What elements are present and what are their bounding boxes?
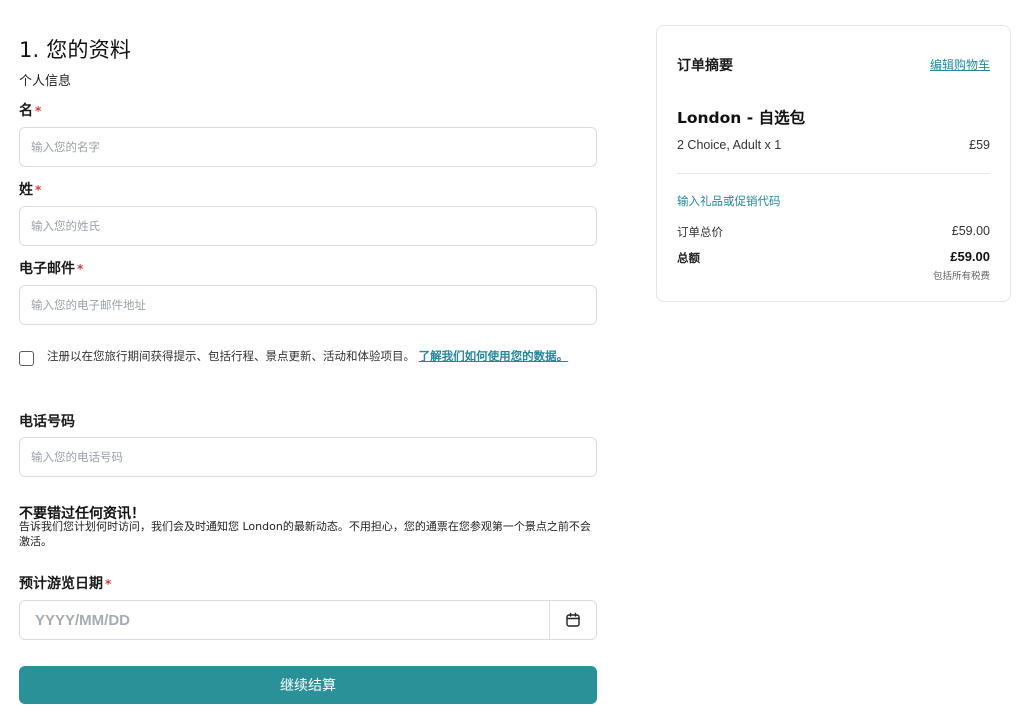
info-text: 告诉我们您计划何时访问，我们会及时通知您 London的最新动态。不用担心，您的… xyxy=(19,520,591,548)
consent-label: 注册以在您旅行期间获得提示、包括行程、景点更新、活动和体验项目。 xyxy=(47,349,415,363)
required-marker: * xyxy=(77,262,84,276)
required-marker: * xyxy=(35,104,42,118)
first-name-input[interactable] xyxy=(19,127,597,167)
subtotal-label: 订单总价 xyxy=(677,225,723,239)
visit-date-label-text: 预计游览日期 xyxy=(19,576,103,592)
first-name-label-text: 名 xyxy=(19,103,33,119)
consent-text: 注册以在您旅行期间获得提示、包括行程、景点更新、活动和体验项目。 了解我们如何使… xyxy=(47,349,592,366)
total-value: £59.00 xyxy=(950,249,990,264)
email-label: 电子邮件 * xyxy=(19,258,83,278)
line-item-description: 2 Choice, Adult x 1 xyxy=(677,138,782,152)
order-summary-card: 订单摘要 编辑购物车 London - 自选包 2 Choice, Adult … xyxy=(656,25,1011,302)
visit-date-input[interactable] xyxy=(20,601,549,639)
continue-checkout-button[interactable]: 继续结算 xyxy=(19,666,597,704)
total-label: 总额 xyxy=(677,251,700,265)
tax-note: 包括所有税费 xyxy=(932,271,990,282)
divider xyxy=(677,173,990,174)
required-marker: * xyxy=(105,577,112,591)
line-item-price: £59 xyxy=(969,138,990,152)
page-title: 1. 您的资料 xyxy=(19,38,132,62)
data-usage-link[interactable]: 了解我们如何使用您的数据。 xyxy=(419,349,569,363)
visit-date-label: 预计游览日期 * xyxy=(19,573,111,593)
consent-checkbox[interactable] xyxy=(19,351,34,366)
promo-code-link[interactable]: 输入礼品或促销代码 xyxy=(677,193,781,209)
product-name: London - 自选包 xyxy=(677,109,806,127)
phone-label: 电话号码 xyxy=(19,414,75,430)
order-summary-title: 订单摘要 xyxy=(677,58,733,74)
first-name-label: 名 * xyxy=(19,100,41,120)
consent-row: 注册以在您旅行期间获得提示、包括行程、景点更新、活动和体验项目。 了解我们如何使… xyxy=(19,349,597,366)
calendar-icon xyxy=(566,612,580,627)
phone-input[interactable] xyxy=(19,437,597,477)
email-label-text: 电子邮件 xyxy=(19,261,75,277)
calendar-button[interactable] xyxy=(549,601,596,639)
subtotal-value: £59.00 xyxy=(951,224,990,238)
required-marker: * xyxy=(35,183,42,197)
section-heading-personal-info: 个人信息 xyxy=(19,74,72,89)
last-name-label: 姓 * xyxy=(19,179,41,199)
edit-cart-link[interactable]: 编辑购物车 xyxy=(930,56,990,73)
last-name-label-text: 姓 xyxy=(19,182,33,198)
email-input[interactable] xyxy=(19,285,597,325)
last-name-input[interactable] xyxy=(19,206,597,246)
visit-date-field xyxy=(19,600,597,640)
